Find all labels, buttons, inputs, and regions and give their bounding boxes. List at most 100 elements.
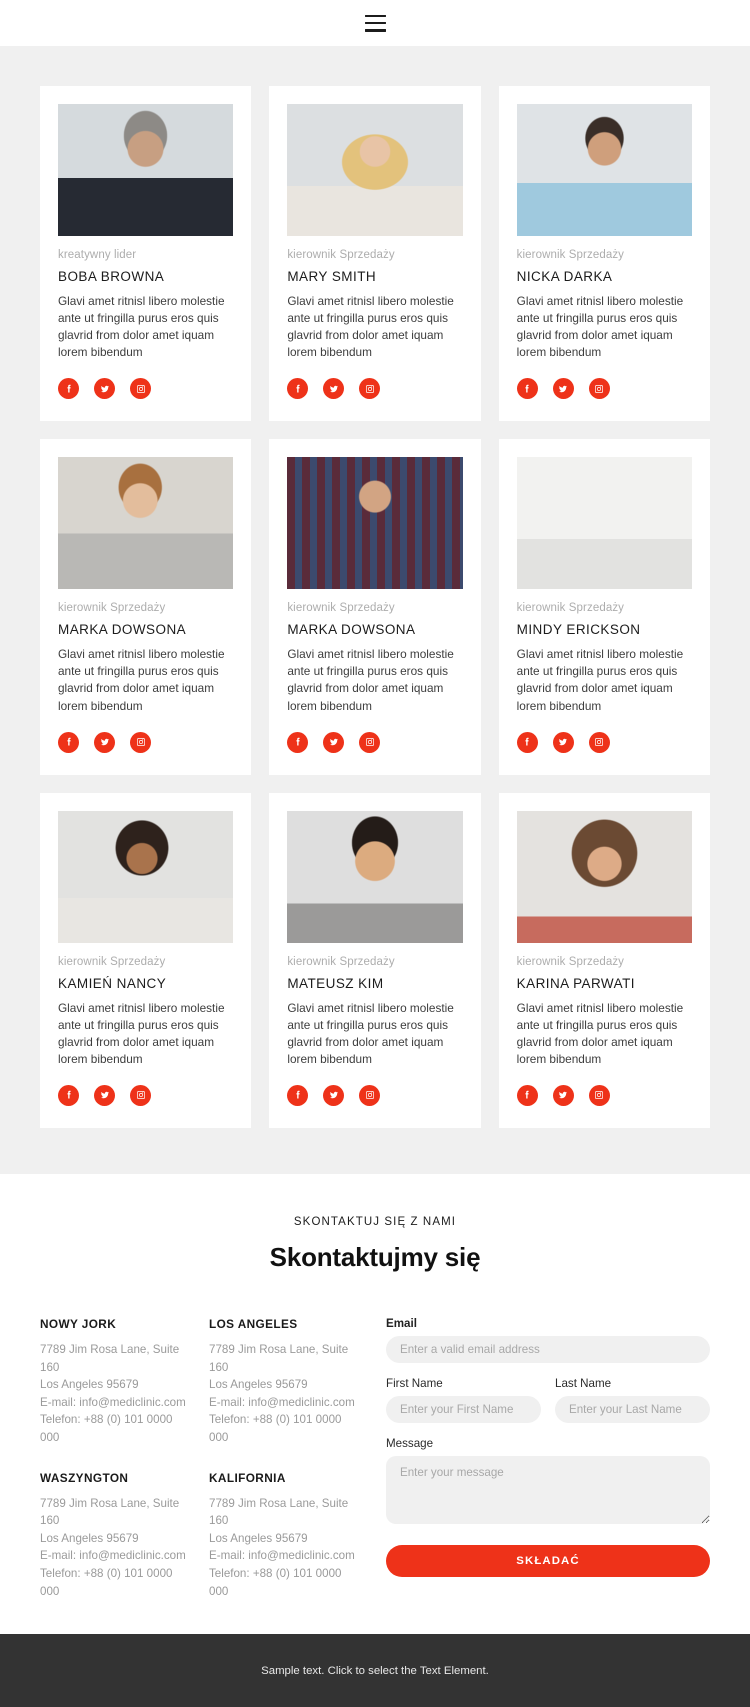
twitter-icon[interactable] [323, 1084, 345, 1106]
office-address-list: NOWY JORK 7789 Jim Rosa Lane, Suite 160 Lo… [40, 1317, 360, 1600]
twitter-icon[interactable] [94, 1084, 115, 1106]
member-photo [287, 810, 463, 943]
message-label: Message [386, 1436, 434, 1450]
twitter-icon[interactable] [94, 378, 115, 400]
message-row: Message [386, 1437, 710, 1529]
office-phone: Telefon: +88 (0) 101 0000 000 [209, 1567, 342, 1598]
instagram-icon[interactable] [130, 731, 151, 753]
site-header [0, 0, 750, 46]
facebook-icon[interactable] [516, 731, 538, 753]
facebook-icon[interactable] [516, 1084, 538, 1106]
office-block: NOWY JORK 7789 Jim Rosa Lane, Suite 160 Lo… [40, 1317, 191, 1447]
submit-button[interactable]: SKŁADAĆ [386, 1544, 710, 1577]
office-details: 7789 Jim Rosa Lane, Suite 160 Los Angeles… [209, 1341, 360, 1447]
name-row: First Name Last Name [386, 1377, 710, 1423]
office-email: E-mail: info@mediclinic.com [40, 1549, 186, 1563]
instagram-icon[interactable] [588, 731, 610, 753]
office-city-zip: Los Angeles 95679 [209, 1531, 308, 1545]
instagram-icon[interactable] [359, 731, 381, 753]
facebook-icon[interactable] [58, 1084, 79, 1106]
footer-text: Sample text. Click to select the Text El… [261, 1664, 489, 1677]
member-name: MINDY ERICKSON [516, 622, 641, 638]
office-city-zip: Los Angeles 95679 [40, 1531, 139, 1545]
facebook-icon[interactable] [58, 378, 79, 400]
office-city: WASZYNGTON [40, 1470, 129, 1485]
instagram-icon[interactable] [359, 378, 381, 400]
office-email: E-mail: info@mediclinic.com [209, 1549, 355, 1563]
member-description: Glavi amet ritnisl libero molestie ante … [287, 647, 454, 713]
facebook-icon[interactable] [287, 731, 309, 753]
member-photo [516, 810, 692, 943]
team-member-card: kierownik Sprzedaży MARY SMITH Glavi amet … [269, 86, 481, 422]
office-street: 7789 Jim Rosa Lane, Suite 160 [209, 1342, 349, 1374]
twitter-icon[interactable] [552, 731, 574, 753]
team-member-card: kreatywny lider BOBA BROWNA Glavi amet rit… [40, 86, 252, 422]
office-email: E-mail: info@mediclinic.com [40, 1395, 186, 1409]
twitter-icon[interactable] [323, 378, 345, 400]
contact-eyebrow: SKONTAKTUJ SIĘ Z NAMI [293, 1215, 457, 1228]
member-social-links [287, 1084, 462, 1106]
member-name: BOBA BROWNA [58, 268, 165, 284]
facebook-icon[interactable] [58, 731, 79, 753]
member-name: NICKA DARKA [516, 268, 613, 284]
twitter-icon[interactable] [323, 731, 345, 753]
team-member-card: kierownik Sprzedaży KAMIEŃ NANCY Glavi ame… [40, 792, 252, 1128]
office-street: 7789 Jim Rosa Lane, Suite 160 [209, 1496, 349, 1528]
first-name-label: First Name [386, 1376, 443, 1390]
member-role: kierownik Sprzedaży [287, 955, 395, 968]
member-photo [516, 104, 692, 236]
member-description: Glavi amet ritnisl libero molestie ante … [58, 293, 225, 360]
email-field[interactable] [386, 1335, 710, 1363]
team-grid: kreatywny lider BOBA BROWNA Glavi amet rit… [40, 86, 710, 1128]
first-name-field[interactable] [386, 1395, 541, 1423]
member-description: Glavi amet ritnisl libero molestie ante … [516, 1000, 684, 1066]
member-description: Glavi amet ritnisl libero molestie ante … [287, 1000, 454, 1066]
office-city-zip: Los Angeles 95679 [209, 1378, 308, 1392]
contact-body: NOWY JORK 7789 Jim Rosa Lane, Suite 160 Lo… [40, 1317, 710, 1600]
instagram-icon[interactable] [588, 378, 610, 400]
contact-section: SKONTAKTUJ SIĘ Z NAMI Skontaktujmy się N… [0, 1173, 750, 1635]
facebook-icon[interactable] [516, 378, 538, 400]
member-name: MARY SMITH [287, 268, 377, 284]
office-city-zip: Los Angeles 95679 [40, 1378, 139, 1392]
member-description: Glavi amet ritnisl libero molestie ante … [516, 647, 684, 713]
member-role: kierownik Sprzedaży [287, 249, 395, 261]
message-field[interactable] [386, 1455, 710, 1524]
member-description: Glavi amet ritnisl libero molestie ante … [516, 293, 684, 360]
facebook-icon[interactable] [287, 378, 309, 400]
member-social-links [58, 1084, 233, 1106]
member-photo [58, 810, 234, 943]
instagram-icon[interactable] [359, 1084, 381, 1106]
member-social-links [516, 1084, 692, 1106]
instagram-icon[interactable] [130, 378, 151, 400]
instagram-icon[interactable] [130, 1084, 151, 1106]
instagram-icon[interactable] [588, 1084, 610, 1106]
last-name-field[interactable] [555, 1395, 710, 1423]
member-role: kierownik Sprzedaży [58, 602, 166, 615]
member-name: KARINA PARWATI [516, 975, 635, 991]
contact-title: Skontaktujmy się [269, 1241, 481, 1272]
member-role: kierownik Sprzedaży [516, 602, 625, 615]
member-photo [58, 104, 234, 236]
hamburger-menu-icon[interactable] [364, 14, 386, 32]
member-role: kierownik Sprzedaży [58, 955, 166, 968]
member-photo [287, 457, 463, 590]
office-block: LOS ANGELES 7789 Jim Rosa Lane, Suite 160… [209, 1317, 360, 1447]
twitter-icon[interactable] [552, 378, 574, 400]
twitter-icon[interactable] [552, 1084, 574, 1106]
member-social-links [287, 378, 462, 400]
office-block: WASZYNGTON 7789 Jim Rosa Lane, Suite 160 L… [40, 1471, 191, 1601]
member-name: MATEUSZ KIM [287, 975, 384, 991]
member-social-links [58, 731, 233, 753]
member-name: MARKA DOWSONA [287, 622, 416, 638]
facebook-icon[interactable] [287, 1084, 309, 1106]
twitter-icon[interactable] [94, 731, 115, 753]
team-section: kreatywny lider BOBA BROWNA Glavi amet rit… [0, 46, 750, 1174]
member-role: kreatywny lider [58, 249, 137, 261]
member-photo [287, 104, 463, 236]
member-role: kierownik Sprzedaży [287, 602, 395, 615]
member-social-links [58, 378, 233, 400]
office-phone: Telefon: +88 (0) 101 0000 000 [40, 1413, 173, 1444]
team-member-card: kierownik Sprzedaży MARKA DOWSONA Glavi am… [40, 439, 252, 775]
team-member-card: kierownik Sprzedaży MATEUSZ KIM Glavi amet… [269, 792, 481, 1128]
